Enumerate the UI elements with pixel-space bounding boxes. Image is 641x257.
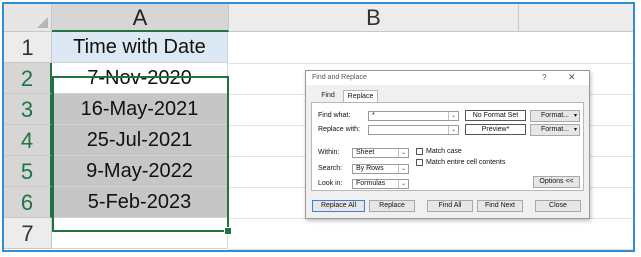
match-entire-label: Match entire cell contents (426, 159, 506, 166)
search-select[interactable]: By Rows ⌄ (352, 164, 409, 174)
tab-find[interactable]: Find (315, 90, 341, 102)
replace-format-label: Format... (540, 126, 569, 133)
within-label: Within: (318, 149, 340, 156)
match-case-checkbox[interactable] (416, 148, 423, 155)
look-in-select[interactable]: Formulas ⌄ (352, 179, 409, 189)
help-icon[interactable]: ? (542, 73, 546, 82)
within-select[interactable]: Sheet ⌄ (352, 148, 409, 158)
options-button[interactable]: Options << (533, 176, 580, 188)
row-header-4[interactable]: 4 (4, 125, 52, 156)
row-header-2[interactable]: 2 (4, 63, 52, 94)
cell-a4[interactable]: 25-Jul-2021 (52, 125, 228, 156)
find-what-label: Find what: (318, 112, 351, 119)
chevron-down-icon[interactable]: ⌄ (448, 126, 458, 134)
find-what-input[interactable]: * ⌄ (368, 111, 459, 121)
match-entire-checkbox[interactable] (416, 159, 423, 166)
cell-a2[interactable]: 7-Nov-2020 (52, 63, 228, 94)
cell-a5[interactable]: 9-May-2022 (52, 156, 228, 187)
replace-button[interactable]: Replace (369, 200, 415, 212)
find-all-button[interactable]: Find All (427, 200, 473, 212)
find-what-value: * (372, 112, 375, 119)
close-button[interactable]: Close (535, 200, 581, 212)
replace-format-button[interactable]: Format... ▾ (530, 124, 580, 136)
replace-panel: Find what: * ⌄ No Format Set Format... ▾ … (311, 102, 584, 191)
cell-a7[interactable] (52, 218, 228, 249)
row-header-3[interactable]: 3 (4, 94, 52, 125)
cell-a3[interactable]: 16-May-2021 (52, 94, 228, 125)
chevron-down-icon: ⌄ (398, 180, 408, 188)
search-value: By Rows (356, 165, 384, 172)
find-replace-dialog: Find and Replace ? ✕ Find Replace Find w… (305, 70, 590, 219)
fill-handle[interactable] (224, 227, 232, 235)
dialog-title: Find and Replace (312, 74, 367, 81)
replace-with-label: Replace with: (318, 126, 361, 133)
replace-format-preview: Preview* (465, 124, 526, 135)
row-header-6[interactable]: 6 (4, 187, 52, 218)
dropdown-arrow-icon: ▾ (573, 113, 577, 119)
row-header-7[interactable]: 7 (4, 218, 52, 249)
select-all-triangle-icon (37, 17, 48, 28)
find-next-button[interactable]: Find Next (477, 200, 523, 212)
look-in-value: Formulas (356, 180, 386, 187)
column-header-b[interactable]: B (229, 4, 519, 32)
cell-a1[interactable]: Time with Date (52, 32, 228, 63)
find-format-label: Format... (540, 112, 569, 119)
find-format-preview: No Format Set (465, 110, 526, 121)
select-all-corner[interactable] (4, 4, 52, 32)
row-header-5[interactable]: 5 (4, 156, 52, 187)
replace-with-input[interactable]: ⌄ (368, 125, 459, 135)
gridline (228, 63, 633, 64)
column-header-blank (519, 4, 633, 32)
match-case-label: Match case (426, 148, 462, 155)
chevron-down-icon: ⌄ (398, 149, 408, 157)
column-header-a[interactable]: A (52, 4, 229, 32)
within-value: Sheet (356, 149, 375, 156)
search-label: Search: (318, 165, 343, 172)
gridline (228, 249, 633, 250)
chevron-down-icon[interactable]: ⌄ (448, 112, 458, 120)
replace-all-button[interactable]: Replace All (312, 200, 365, 212)
dropdown-arrow-icon: ▾ (573, 127, 577, 133)
find-format-button[interactable]: Format... ▾ (530, 110, 580, 122)
look-in-label: Look in: (318, 180, 343, 187)
row-header-1[interactable]: 1 (4, 32, 52, 63)
cell-a6[interactable]: 5-Feb-2023 (52, 187, 228, 218)
close-icon[interactable]: ✕ (568, 72, 576, 83)
chevron-down-icon: ⌄ (398, 165, 408, 173)
dialog-titlebar: Find and Replace ? ✕ (306, 71, 589, 85)
